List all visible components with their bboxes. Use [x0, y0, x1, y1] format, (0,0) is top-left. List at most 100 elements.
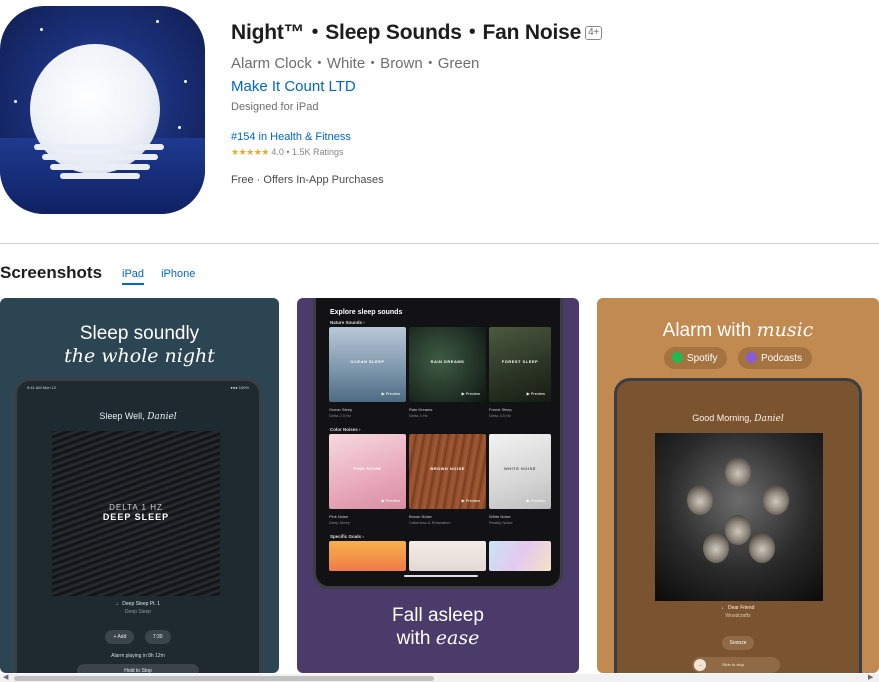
category-rank-link[interactable]: #154 in Health & Fitness [231, 131, 602, 143]
tablet-mockup: Explore sleep sounds Nature Sounds › OCE… [313, 298, 563, 589]
tab-ipad[interactable]: iPad [122, 268, 145, 285]
slide-to-stop: → Slide to stop [692, 657, 780, 673]
album-art-figure [687, 485, 713, 515]
moon-reflection [34, 144, 164, 150]
section-specific-goals: Specific Goals › [330, 534, 364, 539]
hold-to-stop-button: Hold to Stop [77, 664, 199, 673]
rating-text: 4.0 • 1.5K Ratings [271, 147, 344, 157]
album-art [655, 433, 823, 601]
album-art-figure [763, 485, 789, 515]
age-rating-badge: 4+ [585, 26, 603, 40]
alarm-time-button: 7:30 [144, 630, 171, 644]
tile-caption: Ocean Sleep Delta 2.5 Hz [329, 407, 352, 418]
badge-label: Spotify [686, 353, 718, 364]
greeting: Good Morning, Daniel [617, 413, 859, 424]
album-art-figure [703, 533, 729, 563]
tile-forest-sleep: FOREST SLEEP ▶ Preview [489, 327, 551, 402]
section-color-noises: Color Noises › [330, 427, 361, 432]
designed-for: Designed for iPad [231, 101, 319, 113]
app-subtitle: Alarm Clock・White・Brown・Green [231, 55, 480, 72]
app-title: Night™・Sleep Sounds・Fan Noise 4+ [231, 16, 603, 46]
tile-rain-dreams: RAIN DREAMS ▶ Preview [409, 327, 486, 402]
preview-button: ▶ Preview [381, 391, 400, 396]
tile-title: FOREST SLEEP [501, 359, 539, 364]
player-buttons: + Add 7:30 [17, 625, 259, 644]
tile-title: RAIN DREAMS [430, 359, 465, 364]
screenshot-1[interactable]: Sleep soundly the whole night 9:41 AM Mo… [0, 298, 279, 673]
snooze-label: Snooze [721, 636, 755, 650]
greeting-text: Sleep Well, [99, 411, 148, 421]
screenshot-caption: Sleep soundly the whole night [0, 323, 279, 368]
tile-caption-title: White Noise [489, 514, 511, 519]
now-playing: ♩ Dear Friend Woodcrafts [617, 605, 859, 619]
snooze-button: Snooze [617, 631, 859, 650]
caption-line: with ease [297, 627, 579, 650]
now-playing: ♩ Deep Sleep Pt. 1 Deep Sleep [17, 601, 259, 615]
section-nature-sounds: Nature Sounds › [330, 320, 365, 325]
screenshots-heading: Screenshots [0, 263, 103, 282]
track-subtitle: Woodcrafts [725, 613, 751, 619]
moon-reflection [50, 164, 150, 170]
caption-italic: ease [435, 627, 480, 649]
caption-line-italic: the whole night [64, 345, 215, 367]
tile-caption-sub: Deep Sleep [329, 520, 350, 525]
screenshot-2[interactable]: Explore sleep sounds Nature Sounds › OCE… [297, 298, 579, 673]
screenshot-device-tabs: iPad iPhone [122, 268, 209, 285]
tile-caption: White Noise Reality Noise [489, 514, 513, 525]
tile-title: OCEAN SLEEP [350, 359, 385, 364]
tile-goal [329, 541, 406, 571]
spotify-icon [671, 352, 683, 363]
album-art: DELTA 1 HZ DEEP SLEEP [52, 431, 220, 596]
star-icon [14, 100, 17, 103]
preview-button: ▶ Preview [461, 391, 480, 396]
tile-caption: Rain Dreams Delta 4 Hz [409, 407, 432, 418]
tile-goal [489, 541, 551, 571]
alarm-status: Alarm playing in 8h 12m [111, 653, 165, 659]
tile-caption-title: Forest Sleep [489, 407, 512, 412]
album-art-figure [725, 515, 751, 545]
scrollbar-thumb[interactable] [14, 676, 434, 681]
caption-plain: Alarm with [662, 320, 757, 341]
album-art-title: DEEP SLEEP [102, 512, 170, 522]
tablet-mockup: Good Morning, Daniel ♩ Dear Friend Woodc… [614, 378, 862, 673]
album-art-label: DELTA 1 HZ DEEP SLEEP [52, 503, 220, 522]
album-art-figure [725, 457, 751, 487]
scroll-left-icon[interactable]: ◀ [3, 674, 8, 682]
album-art-subtitle: DELTA 1 HZ [109, 503, 163, 512]
scroll-right-icon[interactable]: ▶ [868, 674, 873, 682]
badge-label: Podcasts [760, 353, 803, 364]
album-art-figure [749, 533, 775, 563]
slide-label: Slide to stop [722, 662, 745, 667]
tile-title: WHITE NOISE [504, 466, 536, 471]
greeting-name: Daniel [754, 414, 784, 424]
tablet-mockup: 9:41 AM Mon 12 ●●● 100% Sleep Well, Dani… [14, 378, 262, 673]
tile-caption-sub: Calmness & Relaxation [409, 520, 451, 525]
preview-button: ▶ Preview [526, 391, 545, 396]
tile-pink-noise: PINK NOISE ▶ Preview [329, 434, 406, 509]
status-bar: 9:41 AM Mon 12 ●●● 100% [27, 385, 249, 390]
spotify-badge: Spotify [663, 347, 728, 369]
developer-link[interactable]: Make It Count LTD [231, 78, 356, 95]
caption-line: Fall asleep [392, 605, 484, 626]
tile-caption-title: Pink Noise [329, 514, 349, 519]
star-icon [184, 80, 187, 83]
screenshot-3[interactable]: Alarm with music Spotify Podcasts Good M… [597, 298, 879, 673]
app-info: Night™・Sleep Sounds・Fan Noise 4+ Alarm Cl… [231, 16, 603, 186]
tile-white-noise: WHITE NOISE ▶ Preview [489, 434, 551, 509]
rating-stars-icon: ★★★★★ [231, 147, 269, 157]
greeting-text: Good Morning, [692, 413, 755, 423]
star-icon [40, 28, 43, 31]
price-info: Free · Offers In-App Purchases [231, 174, 384, 186]
preview-button: ▶ Preview [461, 498, 480, 503]
tile-caption-sub: Delta 3.5 Hz [489, 413, 512, 418]
moon-reflection [60, 173, 140, 179]
track-subtitle: Deep Sleep [124, 609, 152, 615]
greeting-name: Daniel [147, 412, 177, 422]
star-icon [178, 126, 181, 129]
caption-line: Sleep soundly [79, 323, 200, 344]
add-button: + Add [105, 630, 135, 644]
rating-summary: ★★★★★ 4.0 • 1.5K Ratings [231, 147, 602, 158]
status-time: 9:41 AM Mon 12 [27, 385, 57, 390]
tile-ocean-sleep: OCEAN SLEEP ▶ Preview [329, 327, 406, 402]
tab-iphone[interactable]: iPhone [161, 268, 195, 283]
